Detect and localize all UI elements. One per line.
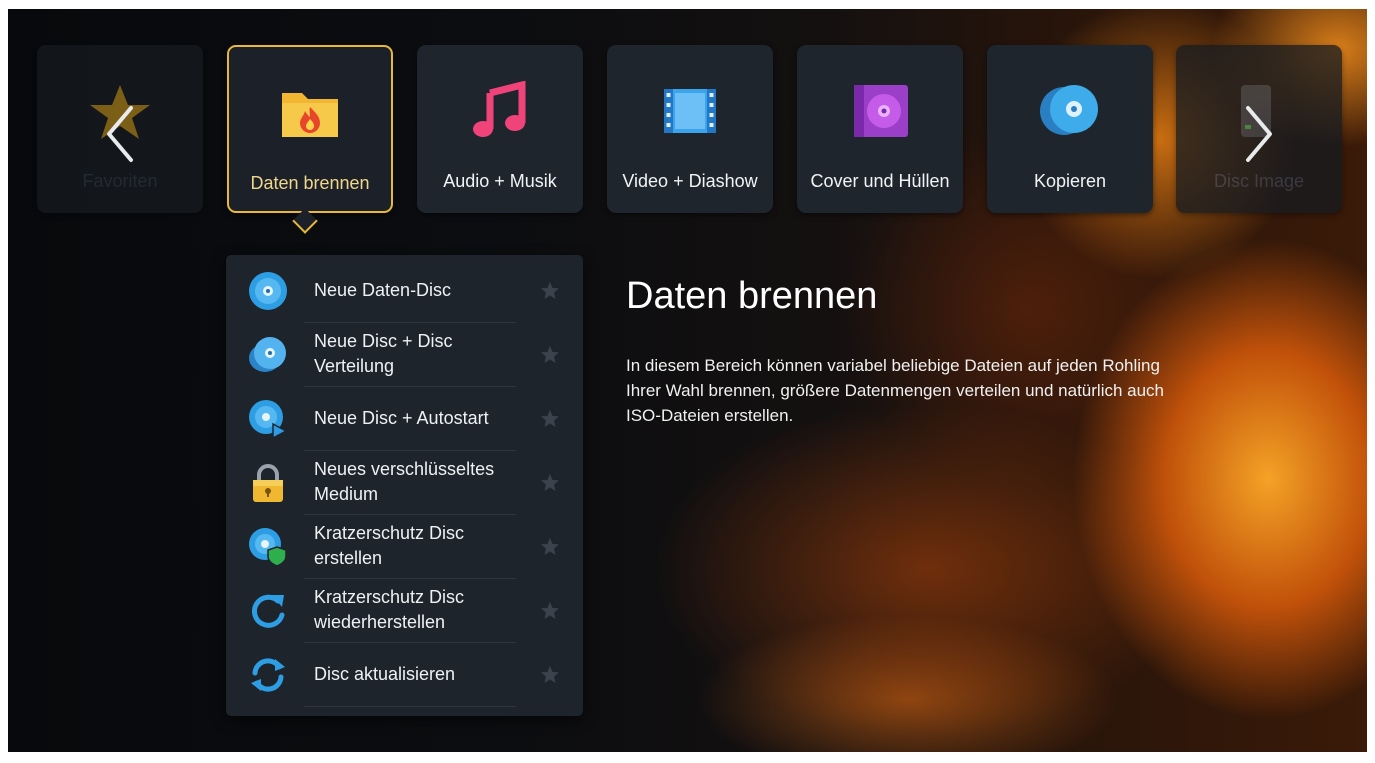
main-screen: Favoriten Daten brennen Audio + Musik Vi… <box>8 9 1367 752</box>
submenu-panel: Neue Daten-Disc Neue Disc + Disc Verteil… <box>226 255 583 716</box>
section-title: Daten brennen <box>626 275 878 317</box>
menu-item-neues-verschluesseltes-medium[interactable]: Neues verschlüsseltes Medium <box>226 451 583 513</box>
favorite-star-icon[interactable] <box>540 409 560 429</box>
menu-item-neue-disc-verteilung[interactable]: Neue Disc + Disc Verteilung <box>226 323 583 385</box>
refresh-icon <box>251 658 285 692</box>
menu-separator <box>304 706 516 707</box>
chevron-right-icon[interactable] <box>1244 104 1274 164</box>
disc-copy-icon <box>1040 85 1098 135</box>
disc-cover-icon <box>854 85 908 137</box>
category-label: Cover und Hüllen <box>810 171 950 191</box>
menu-item-kratzerschutz-erstellen[interactable]: Kratzerschutz Disc erstellen <box>226 515 583 577</box>
category-tile-daten-brennen[interactable]: Daten brennen <box>227 45 393 213</box>
category-label: Favoriten <box>82 171 158 191</box>
menu-item-label: Neue Disc + Autostart <box>314 407 489 428</box>
favorite-star-icon[interactable] <box>540 345 560 365</box>
menu-item-label: Kratzerschutz Disc wiederherstellen <box>314 587 465 632</box>
category-tile-video-diashow[interactable]: Video + Diashow <box>607 45 773 213</box>
favorite-star-icon[interactable] <box>540 281 560 301</box>
disc-icon <box>249 272 287 310</box>
disc-stack-icon <box>249 337 286 372</box>
category-tile-cover-huellen[interactable]: Cover und Hüllen <box>797 45 963 213</box>
category-tile-kopieren[interactable]: Kopieren <box>987 45 1153 213</box>
category-label: Daten brennen <box>250 173 370 193</box>
menu-item-kratzerschutz-wiederherstellen[interactable]: Kratzerschutz Disc wiederherstellen <box>226 579 583 641</box>
menu-item-label: Neue Disc + Disc Verteilung <box>314 331 453 376</box>
category-label: Kopieren <box>1033 171 1107 191</box>
category-tile-audio-musik[interactable]: Audio + Musik <box>417 45 583 213</box>
menu-item-label: Kratzerschutz Disc erstellen <box>314 523 465 568</box>
padlock-icon <box>253 464 283 502</box>
favorite-star-icon[interactable] <box>540 665 560 685</box>
favorite-star-icon[interactable] <box>540 473 560 493</box>
category-label: Video + Diashow <box>622 171 758 191</box>
folder-fire-icon <box>282 93 338 137</box>
favorite-star-icon[interactable] <box>540 537 560 557</box>
menu-item-label: Neues verschlüsseltes Medium <box>314 459 495 504</box>
favorite-star-icon[interactable] <box>540 601 560 621</box>
chevron-left-icon[interactable] <box>105 104 135 164</box>
menu-item-disc-aktualisieren[interactable]: Disc aktualisieren <box>226 643 583 705</box>
category-label: Audio + Musik <box>443 171 557 191</box>
menu-item-neue-disc-autostart[interactable]: Neue Disc + Autostart <box>226 387 583 449</box>
menu-item-neue-daten-disc[interactable]: Neue Daten-Disc <box>226 259 583 321</box>
disc-shield-icon <box>249 528 287 567</box>
section-description: In diesem Bereich können variabel belieb… <box>626 356 1165 425</box>
disc-play-icon <box>249 400 288 439</box>
music-note-icon <box>473 81 526 137</box>
restore-arrow-icon <box>252 594 285 628</box>
menu-item-label: Neue Daten-Disc <box>314 279 452 300</box>
film-strip-icon <box>664 89 716 133</box>
menu-item-label: Disc aktualisieren <box>314 663 456 684</box>
category-label: Disc Image <box>1213 171 1305 191</box>
